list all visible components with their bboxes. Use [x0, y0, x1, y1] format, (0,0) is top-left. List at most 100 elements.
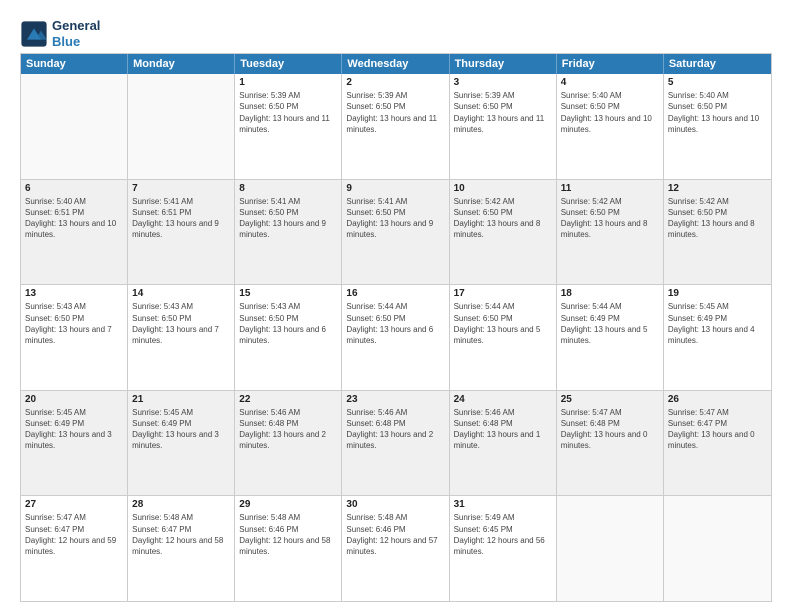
calendar: SundayMondayTuesdayWednesdayThursdayFrid… — [20, 53, 772, 602]
cell-info: Sunrise: 5:43 AM Sunset: 6:50 PM Dayligh… — [25, 301, 123, 346]
calendar-row: 6 Sunrise: 5:40 AM Sunset: 6:51 PM Daylig… — [21, 179, 771, 285]
cell-info: Sunrise: 5:42 AM Sunset: 6:50 PM Dayligh… — [561, 196, 659, 241]
day-number: 27 — [25, 499, 123, 510]
calendar-cell: 13 Sunrise: 5:43 AM Sunset: 6:50 PM Dayli… — [21, 285, 128, 390]
cell-info: Sunrise: 5:42 AM Sunset: 6:50 PM Dayligh… — [668, 196, 767, 241]
calendar-cell: 4 Sunrise: 5:40 AM Sunset: 6:50 PM Daylig… — [557, 74, 664, 179]
calendar-body: 1 Sunrise: 5:39 AM Sunset: 6:50 PM Daylig… — [21, 74, 771, 601]
cell-info: Sunrise: 5:45 AM Sunset: 6:49 PM Dayligh… — [132, 407, 230, 452]
calendar-cell: 23Sunrise: 5:46 AM Sunset: 6:48 PM Dayli… — [342, 391, 449, 496]
cell-info: Sunrise: 5:47 AM Sunset: 6:48 PM Dayligh… — [561, 407, 659, 452]
calendar-cell: 1 Sunrise: 5:39 AM Sunset: 6:50 PM Daylig… — [235, 74, 342, 179]
calendar-cell: 31 Sunrise: 5:49 AM Sunset: 6:45 PM Dayli… — [450, 496, 557, 601]
cell-info: Sunrise: 5:48 AM Sunset: 6:46 PM Dayligh… — [239, 512, 337, 557]
day-number: 18 — [561, 288, 659, 299]
calendar-cell — [664, 496, 771, 601]
calendar-cell: 9Sunrise: 5:41 AM Sunset: 6:50 PM Daylig… — [342, 180, 449, 285]
day-number: 16 — [346, 288, 444, 299]
day-number: 10 — [454, 183, 552, 194]
calendar-cell: 19 Sunrise: 5:45 AM Sunset: 6:49 PM Dayli… — [664, 285, 771, 390]
calendar-cell: 29 Sunrise: 5:48 AM Sunset: 6:46 PM Dayli… — [235, 496, 342, 601]
day-number: 2 — [346, 77, 444, 88]
calendar-cell: 12Sunrise: 5:42 AM Sunset: 6:50 PM Dayli… — [664, 180, 771, 285]
day-number: 9 — [346, 183, 444, 194]
calendar-cell: 24 Sunrise: 5:46 AM Sunset: 6:48 PM Dayli… — [450, 391, 557, 496]
cell-info: Sunrise: 5:39 AM Sunset: 6:50 PM Dayligh… — [239, 90, 337, 135]
day-number: 25 — [561, 394, 659, 405]
cell-info: Sunrise: 5:46 AM Sunset: 6:48 PM Dayligh… — [454, 407, 552, 452]
cell-info: Sunrise: 5:43 AM Sunset: 6:50 PM Dayligh… — [239, 301, 337, 346]
day-number: 4 — [561, 77, 659, 88]
cell-info: Sunrise: 5:47 AM Sunset: 6:47 PM Dayligh… — [25, 512, 123, 557]
day-number: 26 — [668, 394, 767, 405]
day-number: 21 — [132, 394, 230, 405]
cell-info: Sunrise: 5:40 AM Sunset: 6:50 PM Dayligh… — [561, 90, 659, 135]
weekday-header: Tuesday — [235, 54, 342, 74]
cell-info: Sunrise: 5:45 AM Sunset: 6:49 PM Dayligh… — [25, 407, 123, 452]
cell-info: Sunrise: 5:41 AM Sunset: 6:50 PM Dayligh… — [239, 196, 337, 241]
calendar-cell: 8Sunrise: 5:41 AM Sunset: 6:50 PM Daylig… — [235, 180, 342, 285]
day-number: 29 — [239, 499, 337, 510]
calendar-row: 27 Sunrise: 5:47 AM Sunset: 6:47 PM Dayli… — [21, 495, 771, 601]
cell-info: Sunrise: 5:44 AM Sunset: 6:49 PM Dayligh… — [561, 301, 659, 346]
day-number: 6 — [25, 183, 123, 194]
day-number: 1 — [239, 77, 337, 88]
calendar-cell: 14Sunrise: 5:43 AM Sunset: 6:50 PM Dayli… — [128, 285, 235, 390]
calendar-cell: 21 Sunrise: 5:45 AM Sunset: 6:49 PM Dayli… — [128, 391, 235, 496]
cell-info: Sunrise: 5:42 AM Sunset: 6:50 PM Dayligh… — [454, 196, 552, 241]
calendar-cell: 10 Sunrise: 5:42 AM Sunset: 6:50 PM Dayli… — [450, 180, 557, 285]
day-number: 30 — [346, 499, 444, 510]
calendar-row: 1 Sunrise: 5:39 AM Sunset: 6:50 PM Daylig… — [21, 74, 771, 179]
day-number: 28 — [132, 499, 230, 510]
calendar-cell: 25 Sunrise: 5:47 AM Sunset: 6:48 PM Dayli… — [557, 391, 664, 496]
cell-info: Sunrise: 5:46 AM Sunset: 6:48 PM Dayligh… — [239, 407, 337, 452]
weekday-header: Sunday — [21, 54, 128, 74]
day-number: 19 — [668, 288, 767, 299]
calendar-cell: 2 Sunrise: 5:39 AM Sunset: 6:50 PM Daylig… — [342, 74, 449, 179]
day-number: 22 — [239, 394, 337, 405]
cell-info: Sunrise: 5:45 AM Sunset: 6:49 PM Dayligh… — [668, 301, 767, 346]
day-number: 3 — [454, 77, 552, 88]
calendar-cell: 30 Sunrise: 5:48 AM Sunset: 6:46 PM Dayli… — [342, 496, 449, 601]
day-number: 13 — [25, 288, 123, 299]
logo-icon — [20, 20, 48, 48]
logo-text: General Blue — [52, 18, 100, 49]
calendar-cell: 27 Sunrise: 5:47 AM Sunset: 6:47 PM Dayli… — [21, 496, 128, 601]
calendar-cell: 18 Sunrise: 5:44 AM Sunset: 6:49 PM Dayli… — [557, 285, 664, 390]
day-number: 31 — [454, 499, 552, 510]
calendar-cell: 28Sunrise: 5:48 AM Sunset: 6:47 PM Dayli… — [128, 496, 235, 601]
day-number: 14 — [132, 288, 230, 299]
calendar-cell — [21, 74, 128, 179]
calendar-cell: 7Sunrise: 5:41 AM Sunset: 6:51 PM Daylig… — [128, 180, 235, 285]
day-number: 15 — [239, 288, 337, 299]
cell-info: Sunrise: 5:41 AM Sunset: 6:51 PM Dayligh… — [132, 196, 230, 241]
calendar-cell: 26 Sunrise: 5:47 AM Sunset: 6:47 PM Dayli… — [664, 391, 771, 496]
calendar-cell: 15 Sunrise: 5:43 AM Sunset: 6:50 PM Dayli… — [235, 285, 342, 390]
calendar-cell: 6 Sunrise: 5:40 AM Sunset: 6:51 PM Daylig… — [21, 180, 128, 285]
logo: General Blue — [20, 18, 100, 49]
calendar-cell: 22 Sunrise: 5:46 AM Sunset: 6:48 PM Dayli… — [235, 391, 342, 496]
cell-info: Sunrise: 5:47 AM Sunset: 6:47 PM Dayligh… — [668, 407, 767, 452]
weekday-header: Saturday — [664, 54, 771, 74]
cell-info: Sunrise: 5:44 AM Sunset: 6:50 PM Dayligh… — [454, 301, 552, 346]
day-number: 17 — [454, 288, 552, 299]
day-number: 20 — [25, 394, 123, 405]
day-number: 24 — [454, 394, 552, 405]
cell-info: Sunrise: 5:49 AM Sunset: 6:45 PM Dayligh… — [454, 512, 552, 557]
weekday-header: Friday — [557, 54, 664, 74]
cell-info: Sunrise: 5:40 AM Sunset: 6:50 PM Dayligh… — [668, 90, 767, 135]
calendar-row: 20 Sunrise: 5:45 AM Sunset: 6:49 PM Dayli… — [21, 390, 771, 496]
day-number: 5 — [668, 77, 767, 88]
weekday-header: Thursday — [450, 54, 557, 74]
day-number: 23 — [346, 394, 444, 405]
weekday-header: Monday — [128, 54, 235, 74]
cell-info: Sunrise: 5:39 AM Sunset: 6:50 PM Dayligh… — [454, 90, 552, 135]
day-number: 11 — [561, 183, 659, 194]
calendar-cell: 20 Sunrise: 5:45 AM Sunset: 6:49 PM Dayli… — [21, 391, 128, 496]
cell-info: Sunrise: 5:44 AM Sunset: 6:50 PM Dayligh… — [346, 301, 444, 346]
cell-info: Sunrise: 5:39 AM Sunset: 6:50 PM Dayligh… — [346, 90, 444, 135]
cell-info: Sunrise: 5:40 AM Sunset: 6:51 PM Dayligh… — [25, 196, 123, 241]
page: General Blue SundayMondayTuesdayWednesda… — [0, 0, 792, 612]
calendar-row: 13 Sunrise: 5:43 AM Sunset: 6:50 PM Dayli… — [21, 284, 771, 390]
cell-info: Sunrise: 5:48 AM Sunset: 6:46 PM Dayligh… — [346, 512, 444, 557]
